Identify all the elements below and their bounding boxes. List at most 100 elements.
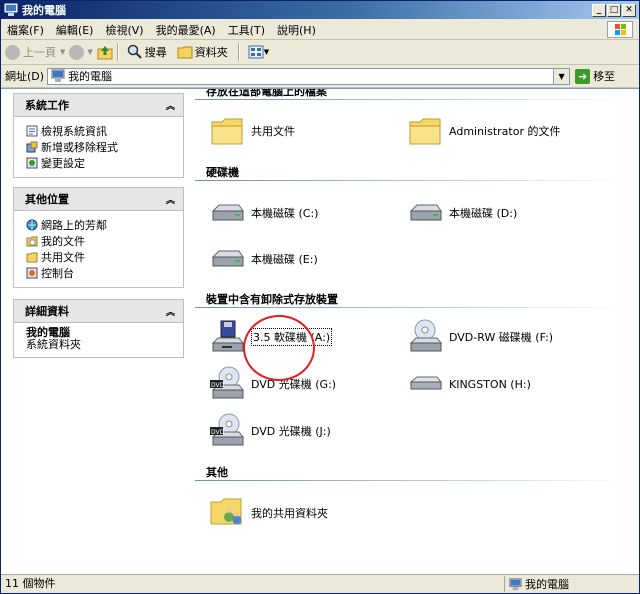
shared-folder-icon (26, 252, 38, 263)
toolbar-separator (116, 43, 119, 61)
item-drive-d[interactable]: 本機磁碟 (D:) (407, 195, 517, 231)
folder-icon (409, 118, 441, 145)
item-drive-e[interactable]: 本機磁碟 (E:) (209, 241, 318, 277)
add-remove-icon (26, 141, 38, 153)
status-object-count: 11 個物件 (1, 576, 505, 592)
collapse-chevron-icon[interactable]: ︽ (166, 305, 175, 318)
minimize-button[interactable]: _ (592, 3, 606, 17)
item-label: 共用文件 (251, 125, 295, 138)
place-my-documents[interactable]: 我的文件 (26, 233, 183, 249)
item-label: 本機磁碟 (E:) (251, 253, 318, 266)
other-places-title: 其他位置 (25, 193, 69, 206)
address-value: 我的電腦 (68, 70, 113, 83)
place-label: 我的文件 (41, 235, 85, 248)
place-label: 網路上的芳鄰 (41, 219, 107, 232)
views-button[interactable]: ▼ (248, 45, 269, 59)
details-panel: 詳細資料 ︽ 我的電腦 系統資料夾 (13, 299, 184, 358)
address-bar: 網址(D) 我的電腦 ▼ ➜ 移至 (1, 65, 639, 88)
dvd-drive-icon: DVD (210, 413, 245, 446)
folder-icon (177, 46, 193, 59)
item-label: DVD-RW 磁碟機 (F:) (449, 331, 554, 344)
maximize-button[interactable]: □ (607, 3, 621, 17)
folders-button[interactable]: 資料夾 (177, 44, 228, 60)
task-pane: 系統工作 ︽ 檢視系統資訊 新增或移除程式 變更設定 其他位置 ︽ 網路上的芳鄰… (1, 89, 195, 577)
task-add-remove-programs[interactable]: 新增或移除程式 (26, 139, 183, 155)
svg-text:DVD: DVD (211, 382, 225, 389)
group-files: 存放在這部電腦上的檔案 (195, 88, 639, 100)
folders-label: 資料夾 (194, 46, 228, 59)
item-dvd-j[interactable]: DVD DVD 光碟機 (J:) (209, 413, 331, 449)
item-label: Administrator 的文件 (449, 125, 561, 138)
address-dropdown-icon[interactable]: ▼ (553, 68, 570, 84)
explorer-window: 我的電腦 _ □ ✕ 檔案(F) 編輯(E) 檢視(V) 我的最愛(A) 工具(… (0, 0, 640, 594)
item-label: 本機磁碟 (D:) (449, 207, 518, 220)
forward-button[interactable]: ▼ (69, 44, 93, 60)
menu-bar: 檔案(F) 編輯(E) 檢視(V) 我的最愛(A) 工具(T) 說明(H) (1, 20, 639, 40)
other-places-header[interactable]: 其他位置 ︽ (14, 188, 183, 211)
item-my-shared-folder[interactable]: 我的共用資料夾 (209, 495, 328, 531)
search-icon (127, 44, 142, 59)
search-button[interactable]: 搜尋 (127, 44, 167, 60)
toolbar: 上一頁 ▼ ▼ 搜尋 資料夾 ▼ (1, 40, 639, 65)
menu-favorites[interactable]: 我的最愛(A) (150, 22, 222, 38)
views-dropdown-icon: ▼ (263, 48, 270, 56)
task-label: 檢視系統資訊 (41, 125, 107, 138)
title-bar[interactable]: 我的電腦 _ □ ✕ (1, 1, 639, 19)
system-tasks-panel: 系統工作 ︽ 檢視系統資訊 新增或移除程式 變更設定 (13, 93, 184, 178)
item-dvdrw-f[interactable]: DVD-RW 磁碟機 (F:) (407, 319, 553, 355)
close-button[interactable]: ✕ (622, 3, 636, 17)
forward-dropdown-icon: ▼ (87, 48, 93, 56)
my-computer-icon (4, 3, 18, 16)
hard-drive-icon (211, 250, 244, 267)
place-shared-documents[interactable]: 共用文件 (26, 249, 183, 265)
item-label: DVD 光碟機 (G:) (251, 378, 337, 391)
address-input[interactable]: 我的電腦 ▼ (47, 67, 571, 85)
place-network[interactable]: 網路上的芳鄰 (26, 217, 183, 233)
views-icon (248, 45, 264, 59)
search-label: 搜尋 (144, 46, 167, 59)
task-label: 變更設定 (41, 157, 85, 170)
back-button[interactable]: 上一頁 ▼ (5, 44, 65, 60)
go-button[interactable]: ➜ 移至 (575, 68, 615, 84)
hard-drive-icon (409, 204, 442, 221)
back-arrow-icon (5, 44, 20, 60)
content-area: 系統工作 ︽ 檢視系統資訊 新增或移除程式 變更設定 其他位置 ︽ 網路上的芳鄰… (1, 88, 639, 577)
menu-view[interactable]: 檢視(V) (99, 22, 149, 38)
control-panel-icon (26, 267, 38, 279)
system-tasks-header[interactable]: 系統工作 ︽ (14, 94, 183, 117)
menu-tools[interactable]: 工具(T) (222, 22, 271, 38)
item-administrator-documents[interactable]: Administrator 的文件 (407, 113, 560, 149)
group-other: 其他 (195, 466, 639, 481)
my-documents-icon (26, 236, 38, 247)
place-control-panel[interactable]: 控制台 (26, 265, 183, 281)
item-label: DVD 光碟機 (J:) (251, 425, 331, 438)
system-info-icon (26, 125, 38, 137)
group-header: 其他 (206, 466, 228, 479)
menu-file[interactable]: 檔案(F) (1, 22, 50, 38)
item-kingston-h[interactable]: KINGSTON (H:) (407, 366, 531, 402)
hard-drive-icon (211, 204, 244, 221)
up-button[interactable] (97, 44, 113, 60)
removable-drive-icon (409, 376, 443, 390)
group-divider (195, 307, 629, 308)
group-header: 裝置中含有卸除式存放裝置 (206, 293, 338, 306)
details-header[interactable]: 詳細資料 ︽ (14, 300, 183, 323)
up-folder-icon (97, 46, 113, 60)
group-header: 存放在這部電腦上的檔案 (206, 88, 327, 98)
collapse-chevron-icon[interactable]: ︽ (166, 193, 175, 206)
group-divider (195, 180, 629, 181)
folder-icon (211, 118, 243, 145)
menu-help[interactable]: 說明(H) (271, 22, 322, 38)
status-location: 我的電腦 (505, 576, 639, 592)
collapse-chevron-icon[interactable]: ︽ (166, 99, 175, 112)
item-shared-documents[interactable]: 共用文件 (209, 113, 295, 149)
menu-edit[interactable]: 編輯(E) (50, 22, 100, 38)
shared-folder-icon (210, 498, 242, 525)
task-label: 新增或移除程式 (41, 141, 118, 154)
forward-arrow-icon (69, 44, 85, 60)
item-drive-c[interactable]: 本機磁碟 (C:) (209, 195, 318, 231)
item-label: 我的共用資料夾 (251, 507, 328, 520)
task-view-system-info[interactable]: 檢視系統資訊 (26, 123, 183, 139)
group-divider (195, 480, 629, 481)
task-change-setting[interactable]: 變更設定 (26, 155, 183, 171)
